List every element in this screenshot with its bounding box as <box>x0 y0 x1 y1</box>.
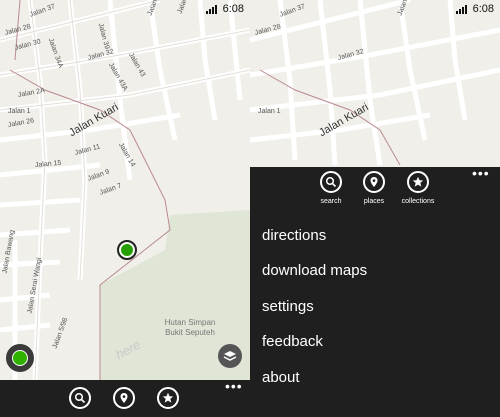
status-time: 6:08 <box>472 3 494 15</box>
street-label: Jalan 1 <box>258 108 281 115</box>
forest-label: Hutan Simpan Bukit Seputeh <box>150 318 230 338</box>
menu-item-about[interactable]: about <box>262 369 300 386</box>
status-bar: 6:08 <box>205 0 250 17</box>
my-location-button[interactable] <box>6 344 34 372</box>
collections-menu-button[interactable]: collections <box>398 171 438 205</box>
menu-item-feedback[interactable]: feedback <box>262 333 323 350</box>
collections-label: collections <box>401 198 435 205</box>
places-label: places <box>363 198 385 205</box>
location-dot-icon <box>12 350 28 366</box>
signal-icon <box>205 4 217 14</box>
places-icon <box>370 177 378 187</box>
places-icon <box>120 393 128 403</box>
search-label: search <box>320 198 342 205</box>
street-label: Jalan 1 <box>8 108 31 115</box>
status-time: 6:08 <box>222 3 244 15</box>
app-menu-panel: ••• search places collections directions… <box>250 165 500 417</box>
location-pin[interactable] <box>117 240 137 260</box>
search-icon <box>74 392 86 404</box>
star-icon <box>412 176 424 187</box>
layers-icon <box>223 351 237 361</box>
collections-button[interactable] <box>157 387 179 409</box>
menu-item-settings[interactable]: settings <box>262 298 314 315</box>
more-button[interactable]: ••• <box>225 378 243 394</box>
forest-label-line1: Hutan Simpan <box>164 318 216 327</box>
star-icon <box>162 392 174 403</box>
layers-button[interactable] <box>218 344 242 368</box>
menu-item-download-maps[interactable]: download maps <box>262 262 367 279</box>
status-bar: 6:08 <box>455 0 500 17</box>
left-phone-screen: Jalan 37 Jalan 28 Jalan 30 Jalan 34A Jal… <box>0 0 250 417</box>
search-icon <box>325 176 337 188</box>
menu-item-directions[interactable]: directions <box>262 227 326 244</box>
app-bar: ••• <box>0 378 250 417</box>
search-menu-button[interactable]: search <box>311 171 351 205</box>
forest-label-line2: Bukit Seputeh <box>165 328 215 337</box>
right-phone-screen: Jalan 37 Jalan 28 Jalan 32 Jalan 49 Jala… <box>250 0 500 417</box>
signal-icon <box>455 4 467 14</box>
search-button[interactable] <box>69 387 91 409</box>
more-button[interactable]: ••• <box>472 165 490 181</box>
places-menu-button[interactable]: places <box>354 171 394 205</box>
places-button[interactable] <box>113 387 135 409</box>
